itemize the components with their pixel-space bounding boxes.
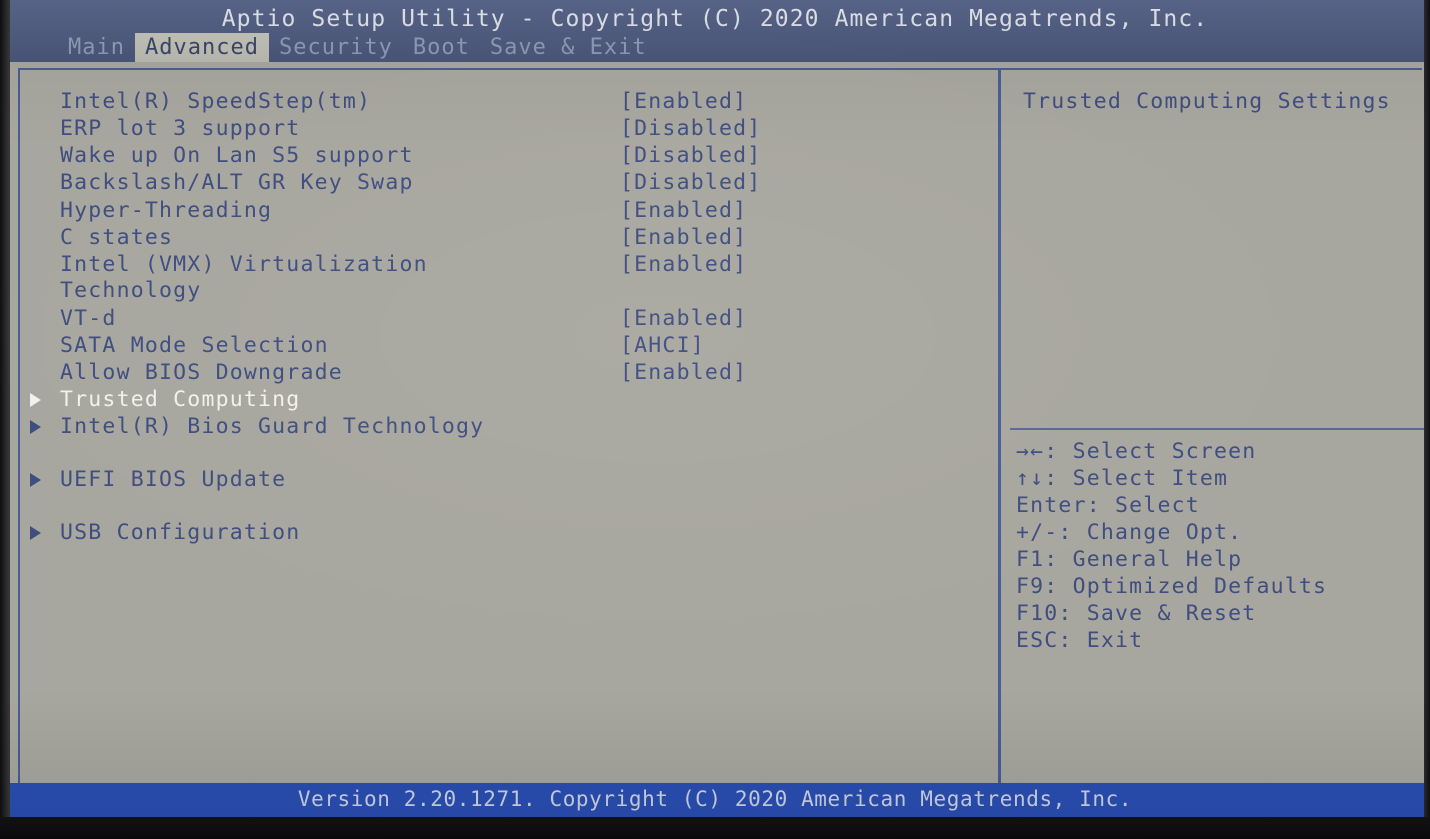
menu-tab-bar: Main Advanced Security Boot Save & Exit	[58, 33, 657, 64]
page-title: Aptio Setup Utility - Copyright (C) 2020…	[221, 6, 1209, 32]
setting-value[interactable]: [Disabled]	[620, 116, 761, 141]
tab-security[interactable]: Security	[269, 33, 403, 64]
key-legend-line: F10: Save & Reset	[1016, 601, 1257, 626]
footer-bar: Version 2.20.1271. Copyright (C) 2020 Am…	[0, 783, 1430, 817]
help-panel-divider	[998, 68, 1001, 794]
tab-advanced[interactable]: Advanced	[134, 33, 269, 64]
help-description: Trusted Computing Settings	[1023, 89, 1391, 114]
submenu-arrow-icon	[30, 419, 41, 434]
setting-value[interactable]: [Enabled]	[620, 360, 747, 385]
setting-label: Intel(R) SpeedStep(tm)	[60, 89, 372, 114]
tab-main[interactable]: Main	[58, 33, 135, 64]
setting-label: Hyper-Threading	[60, 198, 273, 223]
key-legend-line: ESC: Exit	[1016, 628, 1144, 653]
tab-boot[interactable]: Boot	[403, 33, 480, 64]
setting-value[interactable]: [Enabled]	[620, 225, 747, 250]
setting-value[interactable]: [Enabled]	[620, 306, 747, 331]
help-panel: Trusted Computing Settings →←: Select Sc…	[998, 62, 1424, 797]
setting-label: VT-d	[60, 306, 117, 331]
setting-label: USB Configuration	[60, 520, 301, 545]
setting-value[interactable]: [Enabled]	[620, 252, 747, 277]
setting-label: Trusted Computing	[60, 387, 301, 412]
settings-list: Intel(R) SpeedStep(tm) [Enabled] ERP lot 3…	[10, 62, 998, 797]
bezel-left-edge	[0, 0, 10, 839]
key-legend-line: F1: General Help	[1016, 547, 1243, 572]
bezel-bottom-edge	[0, 817, 1430, 839]
setting-label: Technology	[60, 278, 202, 303]
key-legend-line: +/-: Change Opt.	[1016, 520, 1243, 545]
setting-value[interactable]: [Disabled]	[620, 170, 761, 195]
setting-label: Intel(R) Bios Guard Technology	[60, 414, 485, 439]
key-legend-line: Enter: Select	[1016, 493, 1200, 518]
key-legend-line: ↑↓: Select Item	[1016, 466, 1229, 491]
setting-value[interactable]: [Disabled]	[620, 143, 761, 168]
bezel-right-edge	[1424, 0, 1430, 839]
title-bar: Aptio Setup Utility - Copyright (C) 2020…	[0, 0, 1430, 64]
setting-value[interactable]: [Enabled]	[620, 198, 747, 223]
key-legend-line: F9: Optimized Defaults	[1016, 574, 1328, 599]
key-legend: →←: Select Screen ↑↓: Select Item Enter: S…	[1016, 438, 1416, 654]
submenu-arrow-icon	[30, 525, 41, 540]
setting-value[interactable]: [AHCI]	[620, 333, 705, 358]
tab-save-exit[interactable]: Save & Exit	[480, 33, 657, 64]
setting-label: Backslash/ALT GR Key Swap	[60, 170, 414, 195]
setting-label: Intel (VMX) Virtualization	[60, 252, 428, 277]
setting-value[interactable]: [Enabled]	[620, 89, 747, 114]
submenu-arrow-icon	[30, 392, 41, 407]
setting-label: ERP lot 3 support	[60, 116, 301, 141]
setting-label: SATA Mode Selection	[60, 333, 329, 358]
setting-label: Wake up On Lan S5 support	[60, 143, 414, 168]
submenu-arrow-icon	[30, 472, 41, 487]
content-area: Intel(R) SpeedStep(tm) [Enabled] ERP lot 3…	[10, 62, 1424, 797]
bios-setup-screen: Aptio Setup Utility - Copyright (C) 2020…	[0, 0, 1430, 839]
setting-label: UEFI BIOS Update	[60, 467, 287, 492]
help-separator-rule	[1010, 428, 1424, 430]
setting-label: C states	[60, 225, 174, 250]
key-legend-line: →←: Select Screen	[1016, 439, 1257, 464]
setting-label: Allow BIOS Downgrade	[60, 360, 343, 385]
version-text: Version 2.20.1271. Copyright (C) 2020 Am…	[297, 787, 1133, 811]
